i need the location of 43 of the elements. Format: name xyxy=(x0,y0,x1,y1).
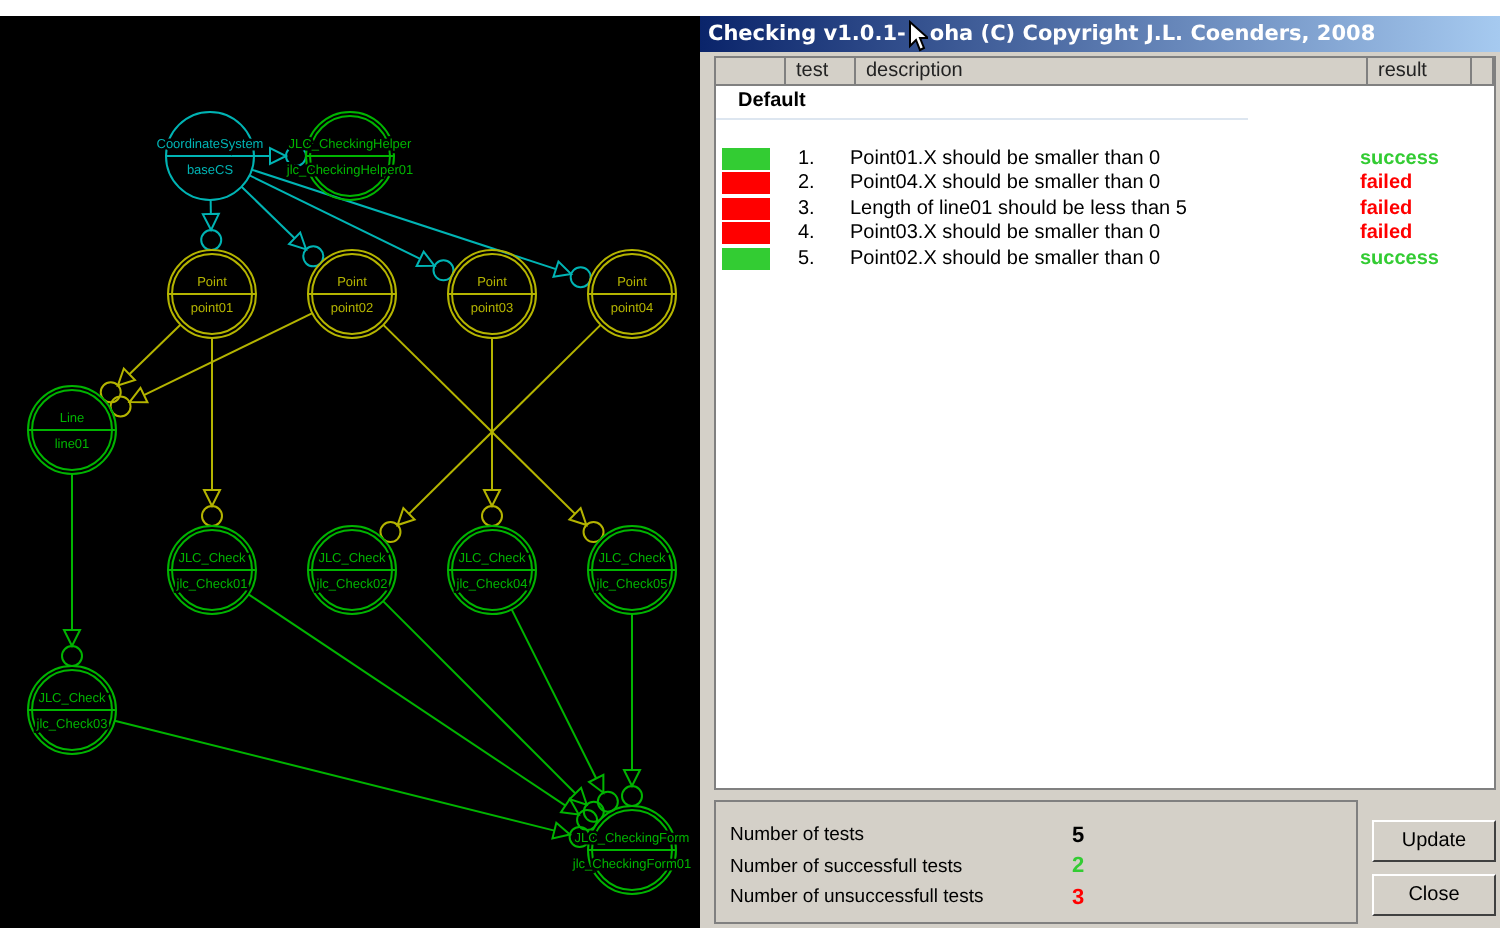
test-description: Point04.X should be smaller than 0 xyxy=(850,172,1163,195)
diagram-node[interactable] xyxy=(27,665,117,755)
summary-value: 2 xyxy=(1072,854,1085,879)
summary-label: Number of unsuccessfull tests xyxy=(730,886,986,909)
diagram-node[interactable] xyxy=(587,525,677,615)
summary-value: 5 xyxy=(1072,823,1085,848)
window-title: Checking v1.0.1- xyxy=(708,20,906,50)
summary-value: 3 xyxy=(1072,885,1085,910)
column-header[interactable]: test xyxy=(786,58,856,86)
test-description: Length of line01 should be less than 5 xyxy=(850,197,1189,220)
test-result: failed xyxy=(1360,197,1413,220)
test-result: failed xyxy=(1360,222,1413,245)
connector xyxy=(200,199,223,251)
diagram-node[interactable] xyxy=(447,249,537,339)
test-description: Point03.X should be smaller than 0 xyxy=(850,222,1163,245)
column-header[interactable] xyxy=(716,58,786,86)
diagram-node[interactable] xyxy=(27,385,117,475)
column-header[interactable] xyxy=(1472,58,1494,86)
column-header[interactable]: description xyxy=(856,58,1368,86)
test-number: 4. xyxy=(796,222,817,245)
group-label: Default xyxy=(738,90,806,112)
test-result: failed xyxy=(1360,172,1413,195)
test-number: 5. xyxy=(796,247,817,270)
diagram-node[interactable] xyxy=(447,525,537,615)
column-header[interactable]: result xyxy=(1368,58,1472,86)
summary-label: Number of tests xyxy=(730,824,867,847)
test-number: 3. xyxy=(796,197,817,220)
test-number: 1. xyxy=(796,147,817,170)
cursor-icon xyxy=(907,20,928,52)
diagram-node[interactable] xyxy=(587,249,677,339)
dialog-button[interactable]: Close xyxy=(1372,874,1496,916)
test-description: Point02.X should be smaller than 0 xyxy=(850,247,1163,270)
diagram-node[interactable] xyxy=(307,249,397,339)
diagram-node[interactable] xyxy=(307,525,397,615)
test-result: success xyxy=(1360,147,1439,170)
summary-label: Number of successfull tests xyxy=(730,855,965,878)
test-result: success xyxy=(1360,247,1439,270)
test-number: 2. xyxy=(796,172,817,195)
dialog-button[interactable]: Update xyxy=(1372,820,1496,862)
window-title: oha (C) Copyright J.L. Coenders, 2008 xyxy=(929,20,1376,50)
diagram-node[interactable] xyxy=(167,249,257,339)
diagram-node[interactable] xyxy=(167,525,257,615)
test-description: Point01.X should be smaller than 0 xyxy=(850,147,1163,170)
